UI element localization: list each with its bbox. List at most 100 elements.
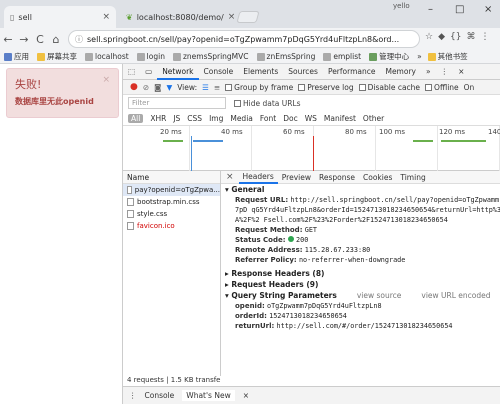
- clear-icon[interactable]: ⊘: [143, 83, 149, 92]
- extension-icon[interactable]: {}: [450, 32, 461, 42]
- new-tab-button[interactable]: [236, 11, 260, 23]
- type-filter-other[interactable]: Other: [363, 114, 384, 123]
- close-icon[interactable]: ×: [102, 75, 110, 85]
- request-row[interactable]: pay?openid=oTgZpwa...: [123, 184, 220, 196]
- document-icon: ▯: [10, 12, 15, 22]
- document-icon: [323, 52, 332, 61]
- apps-icon: [4, 52, 12, 61]
- bookmark-item[interactable]: znEmsSpring: [256, 52, 315, 61]
- drawer-tab-console[interactable]: Console: [145, 391, 175, 400]
- extension-icon[interactable]: ⌘: [466, 32, 475, 42]
- request-list: Name pay?openid=oTgZpwa... bootstrap.min…: [123, 171, 221, 376]
- profile-name[interactable]: yello: [393, 2, 410, 10]
- type-filter-doc[interactable]: Doc: [283, 114, 298, 123]
- more-tabs-icon[interactable]: »: [421, 64, 436, 80]
- tab-preview[interactable]: Preview: [278, 173, 315, 182]
- close-window-button[interactable]: ×: [484, 4, 492, 15]
- request-row[interactable]: style.css: [123, 208, 220, 220]
- extension-icon[interactable]: ◆: [438, 32, 445, 42]
- tab-performance[interactable]: Performance: [323, 64, 381, 80]
- close-tab-icon[interactable]: ×: [228, 12, 236, 22]
- tab-console[interactable]: Console: [199, 64, 239, 80]
- type-filter-js[interactable]: JS: [173, 114, 180, 123]
- network-timeline-overview[interactable]: 20 ms 40 ms 60 ms 80 ms 100 ms 120 ms 14…: [123, 126, 500, 171]
- record-icon[interactable]: ●: [130, 82, 138, 92]
- list-view-icon[interactable]: ☰: [202, 83, 209, 92]
- bookmark-item[interactable]: 屏幕共享: [37, 51, 77, 62]
- back-arrow-icon[interactable]: ←: [0, 33, 16, 46]
- response-headers-section[interactable]: ▸ Response Headers (8): [221, 268, 500, 279]
- hide-data-urls-checkbox[interactable]: Hide data URLs: [234, 99, 301, 108]
- throttling-select[interactable]: On: [464, 83, 475, 92]
- address-bar-row: ← → C ⌂ ⓘ sell.springboot.cn/sell/pay?op…: [0, 28, 500, 50]
- minimize-button[interactable]: –: [428, 4, 433, 15]
- general-section-header[interactable]: ▾ General: [221, 184, 500, 195]
- type-filter-all[interactable]: All: [128, 113, 144, 123]
- query-params-section[interactable]: ▾ Query String Parameters view source view…: [221, 290, 500, 301]
- preserve-log-checkbox[interactable]: Preserve log: [298, 83, 354, 92]
- tab-timing[interactable]: Timing: [396, 173, 429, 182]
- type-filter-manifest[interactable]: Manifest: [324, 114, 356, 123]
- close-icon[interactable]: ×: [453, 64, 469, 80]
- group-by-frame-checkbox[interactable]: Group by frame: [225, 83, 293, 92]
- tab-response[interactable]: Response: [315, 173, 359, 182]
- filter-icon[interactable]: ▼: [166, 83, 172, 92]
- view-url-encoded-link[interactable]: view URL encoded: [421, 291, 490, 300]
- request-list-header[interactable]: Name: [123, 171, 220, 184]
- url-input[interactable]: ⓘ sell.springboot.cn/sell/pay?openid=oTg…: [68, 30, 420, 48]
- document-icon: [127, 210, 134, 218]
- browser-tab-localhost[interactable]: ❦ localhost:8080/demo/ ×: [120, 6, 235, 28]
- request-headers-section[interactable]: ▸ Request Headers (9): [221, 279, 500, 290]
- drawer-menu-icon[interactable]: ⋮: [129, 391, 137, 400]
- type-filter-media[interactable]: Media: [230, 114, 253, 123]
- device-toggle-icon[interactable]: ▭: [140, 64, 157, 80]
- timeline-gridline: [251, 126, 252, 171]
- close-icon[interactable]: ×: [221, 172, 239, 182]
- close-tab-icon[interactable]: ×: [102, 12, 110, 22]
- type-filter-css[interactable]: CSS: [187, 114, 202, 123]
- type-filter-xhr[interactable]: XHR: [150, 114, 166, 123]
- bookmark-item[interactable]: znemsSpringMVC: [172, 52, 249, 61]
- filter-input[interactable]: Filter: [128, 97, 226, 109]
- drawer-tab-whats-new[interactable]: What's New: [182, 390, 235, 401]
- bookmark-apps[interactable]: 应用: [4, 51, 29, 62]
- view-source-link[interactable]: view source: [357, 291, 402, 300]
- type-filter-ws[interactable]: WS: [305, 114, 317, 123]
- reload-icon[interactable]: C: [32, 33, 48, 46]
- info-icon[interactable]: ⓘ: [75, 34, 83, 45]
- timeline-tick: 60 ms: [283, 128, 305, 136]
- browser-tab-sell[interactable]: ▯ sell ×: [4, 6, 116, 28]
- tab-network[interactable]: Network: [157, 64, 199, 80]
- waterfall-view-icon[interactable]: ≡: [214, 83, 220, 92]
- maximize-button[interactable]: □: [455, 4, 464, 15]
- disable-cache-checkbox[interactable]: Disable cache: [358, 83, 420, 92]
- close-icon[interactable]: ×: [243, 391, 249, 400]
- bookmark-item[interactable]: login: [136, 52, 165, 61]
- star-icon[interactable]: ☆: [425, 32, 433, 42]
- offline-checkbox[interactable]: Offline: [425, 83, 459, 92]
- alert-message: 数据库里无此openid: [15, 97, 94, 106]
- tab-memory[interactable]: Memory: [380, 64, 421, 80]
- bookmark-other[interactable]: 其他书签: [427, 51, 468, 62]
- type-filter-img[interactable]: Img: [209, 114, 223, 123]
- menu-icon[interactable]: ⋮: [480, 32, 489, 42]
- type-filter-font[interactable]: Font: [260, 114, 276, 123]
- filter-row: Filter Hide data URLs: [123, 95, 500, 111]
- bookmark-item[interactable]: 管理中心: [369, 51, 409, 62]
- request-row[interactable]: favicon.ico: [123, 220, 220, 232]
- leaf-icon: ❦: [126, 12, 133, 22]
- inspect-icon[interactable]: ⬚: [123, 64, 140, 80]
- chevron-right-icon[interactable]: »: [417, 52, 422, 61]
- home-icon[interactable]: ⌂: [48, 33, 64, 46]
- tab-elements[interactable]: Elements: [238, 64, 283, 80]
- camera-icon[interactable]: ◙: [154, 83, 161, 92]
- bookmark-item[interactable]: localhost: [85, 52, 129, 61]
- tab-headers[interactable]: Headers: [238, 171, 278, 184]
- tab-sources[interactable]: Sources: [283, 64, 323, 80]
- bookmark-item[interactable]: emplist: [323, 52, 361, 61]
- tab-cookies[interactable]: Cookies: [359, 173, 396, 182]
- devtools-tabs: ⬚ ▭ Network Console Elements Sources Per…: [123, 64, 500, 80]
- request-row[interactable]: bootstrap.min.css: [123, 196, 220, 208]
- menu-icon[interactable]: ⋮: [436, 64, 454, 80]
- forward-arrow-icon[interactable]: →: [16, 33, 32, 46]
